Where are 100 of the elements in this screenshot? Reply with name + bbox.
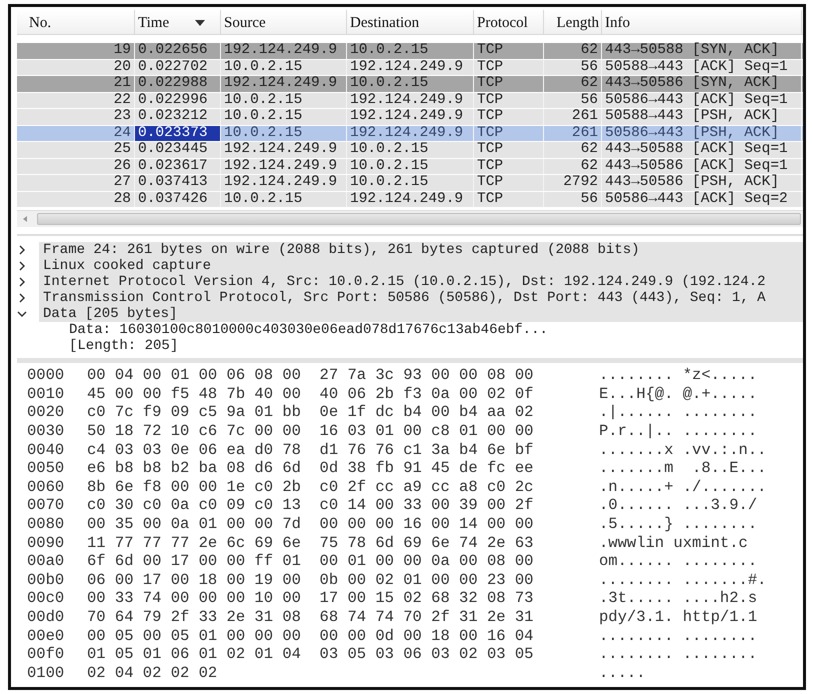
ascii-text: .5.....} ........ bbox=[598, 515, 758, 534]
table-cell: 10.0.2.15 bbox=[221, 192, 347, 207]
table-cell: 2792 bbox=[544, 175, 602, 190]
byte-offset: 0020 bbox=[26, 403, 66, 422]
packet-row[interactable]: 23 0.023212 10.0.2.15 192.124.249.9 TCP 261 50588→443 [PSH, ACK] bbox=[17, 109, 803, 126]
hex-bytes: 45 00 00 f5 48 7b 40 00 40 06 2b f3 0a 00 02 0f bbox=[87, 384, 534, 403]
table-cell: TCP bbox=[474, 192, 544, 207]
table-cell: 192.124.249.9 bbox=[347, 126, 474, 141]
hex-bytes: 01 05 01 06 01 02 01 04 03 05 03 06 03 02 03 05 bbox=[87, 645, 534, 664]
tree-item[interactable]: Frame 24: 261 bytes on wire (2088 bits), 261 bytes captured (2088 bits) bbox=[39, 242, 803, 258]
table-cell: 10.0.2.15 bbox=[221, 109, 347, 124]
ascii-text: om...... ........ bbox=[598, 552, 758, 570]
table-cell: 21 bbox=[17, 76, 135, 92]
byte-offset: 0030 bbox=[26, 422, 66, 440]
ascii-text: .......x .vv.:.n.. bbox=[598, 440, 766, 459]
table-cell: TCP bbox=[474, 76, 544, 92]
table-cell: 10.0.2.15 bbox=[221, 60, 347, 75]
packet-row[interactable]: 27 0.037413 192.124.249.9 10.0.2.15 TCP 2792 443→50586 [PSH, ACK] bbox=[17, 175, 803, 192]
tree-item[interactable]: Transmission Control Protocol, Src Port: 50586 (50586), Dst Port: 443 (443), Seq: 1, A bbox=[39, 290, 803, 306]
table-cell: 62 bbox=[544, 158, 602, 174]
hex-bytes: 11 77 77 77 2e 6c 69 6e 75 78 6d 69 6e 74 2e 63 bbox=[87, 534, 534, 552]
hex-bytes: 50 18 72 10 c6 7c 00 00 16 03 01 00 c8 01 00 00 bbox=[87, 422, 534, 440]
hex-bytes: 70 64 79 2f 33 2e 31 08 68 74 74 70 2f 31 2e 31 bbox=[87, 608, 534, 626]
table-cell: 56 bbox=[544, 92, 602, 108]
table-cell: 443→50588 [ACK] Seq=1 bbox=[602, 142, 802, 158]
packet-row[interactable]: 25 0.023445 192.124.249.9 10.0.2.15 TCP 62 443→50588 [ACK] Seq=1 bbox=[17, 142, 803, 158]
ascii-text: .wwwlin uxmint.c bbox=[598, 534, 748, 552]
tree-item[interactable]: Internet Protocol Version 4, Src: 10.0.2.15 (10.0.2.15), Dst: 192.124.249.9 (192.124.2 bbox=[39, 274, 803, 290]
hex-bytes: 00 35 00 0a 01 00 00 7d 00 00 00 16 00 14 00 00 bbox=[87, 515, 534, 534]
ascii-text: P.r..|.. ........ bbox=[598, 422, 758, 440]
table-cell: 192.124.249.9 bbox=[221, 43, 347, 58]
tree-item[interactable]: Linux cooked capture bbox=[39, 258, 803, 274]
ascii-text: E...H{@. @.+..... bbox=[598, 384, 758, 403]
ascii-text: ........ *z<..... bbox=[598, 366, 758, 384]
packet-row[interactable]: 21 0.022988 192.124.249.9 10.0.2.15 TCP 62 443→50586 [SYN, ACK] bbox=[17, 76, 803, 92]
packet-row[interactable]: 28 0.037426 10.0.2.15 192.124.249.9 TCP 56 50586→443 [ACK] Seq=2 bbox=[17, 192, 803, 208]
table-cell: 56 bbox=[544, 60, 602, 75]
table-cell: 10.0.2.15 bbox=[347, 142, 474, 158]
column-header[interactable]: Time bbox=[135, 10, 221, 34]
table-cell: 192.124.249.9 bbox=[221, 175, 347, 190]
hex-bytes: 02 04 02 02 02 bbox=[87, 664, 218, 682]
tree-item[interactable]: Data [205 bytes] bbox=[39, 306, 803, 322]
scrollbar-thumb[interactable] bbox=[37, 213, 801, 225]
table-cell: 23 bbox=[17, 109, 135, 124]
table-cell: 10.0.2.15 bbox=[347, 158, 474, 174]
ascii-text: ..... bbox=[598, 664, 646, 682]
hex-bytes: c0 7c f9 09 c5 9a 01 bb 0e 1f dc b4 00 b4 aa 02 bbox=[87, 403, 534, 422]
ascii-text: .0...... ...3.9./ bbox=[598, 496, 758, 514]
table-cell: 443→50586 [PSH, ACK] bbox=[602, 175, 802, 190]
packet-row[interactable]: 20 0.022702 10.0.2.15 192.124.249.9 TCP 56 50588→443 [ACK] Seq=1 bbox=[17, 60, 803, 76]
column-header[interactable]: Destination bbox=[347, 10, 474, 34]
table-cell: 10.0.2.15 bbox=[347, 175, 474, 190]
table-cell: 192.124.249.9 bbox=[347, 60, 474, 75]
tree-item[interactable]: Data: 16030100c8010000c403030e06ead078d17676c13ab46ebf... bbox=[65, 322, 803, 338]
hex-bytes: e6 b8 b8 b2 ba 08 d6 6d 0d 38 fb 91 45 de fc ee bbox=[87, 459, 534, 478]
tree-item[interactable]: [Length: 205] bbox=[65, 338, 803, 354]
ascii-text: .n.....+ ./....... bbox=[598, 478, 766, 496]
table-cell: 19 bbox=[17, 43, 135, 58]
table-cell: 0.037426 bbox=[135, 192, 221, 207]
packet-row[interactable]: 22 0.022996 10.0.2.15 192.124.249.9 TCP 56 50586→443 [ACK] Seq=1 bbox=[17, 92, 803, 109]
table-cell: 0.023212 bbox=[135, 109, 221, 124]
table-cell: 50586→443 [ACK] Seq=1 bbox=[602, 92, 802, 108]
table-cell: TCP bbox=[474, 60, 544, 75]
packet-row[interactable]: 26 0.023617 192.124.249.9 10.0.2.15 TCP 62 443→50586 [ACK] Seq=1 bbox=[17, 158, 803, 175]
column-header[interactable]: Protocol bbox=[474, 10, 544, 34]
table-cell: TCP bbox=[474, 142, 544, 158]
ascii-text: ........ ........ bbox=[598, 626, 758, 645]
table-cell: 10.0.2.15 bbox=[221, 126, 347, 141]
table-cell: 261 bbox=[544, 109, 602, 124]
hex-bytes: 6f 6d 00 17 00 00 ff 01 00 01 00 00 0a 00 08 00 bbox=[87, 552, 534, 570]
table-cell: TCP bbox=[474, 126, 544, 141]
byte-offset: 00f0 bbox=[26, 645, 66, 664]
table-cell: 0.022988 bbox=[135, 76, 221, 92]
byte-offset: 00b0 bbox=[26, 570, 66, 589]
byte-offset: 0040 bbox=[26, 440, 66, 459]
table-cell: 50586→443 [ACK] Seq=2 bbox=[602, 192, 802, 207]
packet-row[interactable]: 24 0.023373 10.0.2.15 192.124.249.9 TCP 261 50586→443 [PSH, ACK] bbox=[17, 126, 803, 142]
table-cell: 192.124.249.9 bbox=[347, 192, 474, 207]
table-cell: 20 bbox=[17, 60, 135, 75]
table-cell: 0.023445 bbox=[135, 142, 221, 158]
hex-bytes: c0 30 c0 0a c0 09 c0 13 c0 14 00 33 00 39 00 2f bbox=[87, 496, 534, 514]
table-cell: 22 bbox=[17, 92, 135, 108]
table-cell: 28 bbox=[17, 192, 135, 207]
table-cell: 50588→443 [ACK] Seq=1 bbox=[602, 60, 802, 75]
ascii-text: .|...... ........ bbox=[598, 403, 758, 422]
horizontal-scrollbar[interactable] bbox=[17, 210, 803, 227]
column-header[interactable]: Length bbox=[544, 10, 602, 34]
table-cell: 443→50586 [ACK] Seq=1 bbox=[602, 158, 802, 174]
byte-offset: 0070 bbox=[26, 496, 66, 514]
byte-offset: 0000 bbox=[26, 366, 66, 384]
table-cell: 62 bbox=[544, 142, 602, 158]
table-cell: 192.124.249.9 bbox=[221, 158, 347, 174]
packet-row[interactable]: 19 0.022656 192.124.249.9 10.0.2.15 TCP 62 443→50588 [SYN, ACK] bbox=[17, 43, 803, 60]
column-header[interactable]: Info bbox=[602, 10, 802, 34]
table-cell: 25 bbox=[17, 142, 135, 158]
table-cell: TCP bbox=[474, 175, 544, 190]
column-header[interactable]: No. bbox=[17, 10, 135, 34]
column-header[interactable]: Source bbox=[221, 10, 347, 34]
hex-bytes: 8b 6e f8 00 00 1e c0 2b c0 2f cc a9 cc a8 c0 2c bbox=[87, 478, 534, 496]
byte-offset: 0050 bbox=[26, 459, 66, 478]
